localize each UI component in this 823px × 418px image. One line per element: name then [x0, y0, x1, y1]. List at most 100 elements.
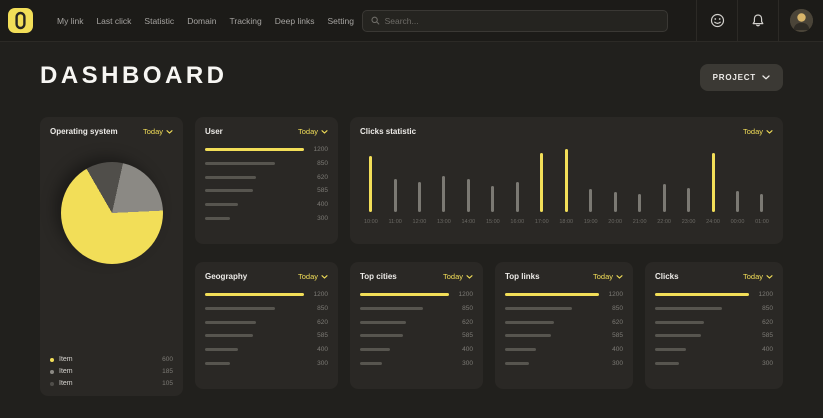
notifications-button[interactable] — [738, 0, 778, 42]
emoji-icon — [710, 13, 725, 28]
nav-item-my-link[interactable]: My link — [57, 16, 83, 26]
legend-label: Item — [59, 380, 162, 387]
bar-column: 19:00 — [584, 146, 598, 225]
bar-row: 620 — [360, 319, 473, 326]
bar-row: 300 — [655, 360, 773, 367]
bar — [205, 293, 304, 297]
bar — [516, 182, 519, 212]
time-label: 21:00 — [633, 219, 647, 225]
legend-item: Item600 — [50, 356, 173, 363]
time-label: 00:00 — [731, 219, 745, 225]
search-input[interactable] — [385, 16, 659, 26]
project-dropdown-label: PROJECT — [713, 73, 756, 82]
nav-item-last-click[interactable]: Last click — [96, 16, 131, 26]
bar — [638, 194, 641, 212]
emoji-button[interactable] — [697, 0, 737, 42]
user-menu[interactable] — [779, 0, 823, 42]
bar-value: 585 — [304, 187, 328, 194]
card-clicks: Clicks Today 1200850620585400300 — [645, 262, 783, 389]
bar-value: 585 — [599, 332, 623, 339]
bar-track — [565, 146, 568, 212]
bar-track — [205, 293, 304, 297]
legend-dot — [50, 370, 54, 374]
bar-track — [655, 293, 749, 297]
main-nav: My link Last click Statistic Domain Trac… — [57, 16, 354, 26]
chevron-down-icon — [762, 75, 770, 80]
bar — [655, 334, 701, 337]
card-header: User Today — [205, 127, 328, 136]
period-dropdown-clicks-statistic[interactable]: Today — [743, 127, 773, 136]
bar-value: 1200 — [599, 291, 623, 298]
bar-row: 620 — [505, 319, 623, 326]
bar-track — [505, 348, 599, 351]
clicks-statistic-bar-chart: 10:0011:0012:0013:0014:0015:0016:0017:00… — [360, 146, 773, 225]
bar — [369, 156, 372, 212]
bar-value: 850 — [304, 160, 328, 167]
card-title: Clicks statistic — [360, 127, 416, 136]
bar-column: 24:00 — [706, 146, 720, 225]
bar — [205, 203, 238, 206]
card-user: User Today 1200850620585400300 — [195, 117, 338, 244]
bar-value: 850 — [749, 305, 773, 312]
bar-value: 585 — [749, 332, 773, 339]
bar — [614, 192, 617, 212]
bar-track — [205, 162, 304, 165]
time-label: 16:00 — [510, 219, 524, 225]
bar-track — [505, 362, 599, 365]
bar — [655, 321, 704, 324]
bar-column: 23:00 — [682, 146, 696, 225]
period-dropdown-geography[interactable]: Today — [298, 272, 328, 281]
card-title: Top cities — [360, 272, 397, 281]
bar — [655, 362, 679, 365]
bar-row: 850 — [205, 160, 328, 167]
period-dropdown-top-cities[interactable]: Today — [443, 272, 473, 281]
bar — [205, 348, 238, 351]
bar — [360, 334, 403, 337]
nav-item-setting[interactable]: Setting — [327, 16, 353, 26]
bar-value: 400 — [599, 346, 623, 353]
bar — [491, 186, 494, 212]
bar-row: 620 — [205, 174, 328, 181]
period-dropdown-clicks[interactable]: Today — [743, 272, 773, 281]
bar — [589, 189, 592, 212]
bar-track — [687, 146, 690, 212]
page-title: DASHBOARD — [40, 62, 228, 90]
period-dropdown-operating-system[interactable]: Today — [143, 127, 173, 136]
bar-row: 1200 — [655, 291, 773, 298]
card-top-cities: Top cities Today 1200850620585400300 — [350, 262, 483, 389]
bar-row: 585 — [505, 332, 623, 339]
clicks-bar-chart: 1200850620585400300 — [655, 291, 773, 367]
card-header: Geography Today — [205, 272, 328, 281]
bar — [360, 348, 390, 351]
bar-track — [614, 146, 617, 212]
bar — [360, 321, 406, 324]
search-box[interactable] — [362, 10, 668, 32]
project-dropdown[interactable]: PROJECT — [700, 64, 783, 91]
bar-row: 400 — [205, 346, 328, 353]
card-clicks-statistic: Clicks statistic Today 10:0011:0012:0013… — [350, 117, 783, 244]
geography-bar-chart: 1200850620585400300 — [205, 291, 328, 367]
legend-label: Item — [59, 356, 162, 363]
bar-track — [663, 146, 666, 212]
bar — [687, 188, 690, 212]
app-logo[interactable] — [8, 8, 33, 33]
bar-value: 1200 — [449, 291, 473, 298]
nav-item-deep-links[interactable]: Deep links — [275, 16, 315, 26]
card-title: Clicks — [655, 272, 679, 281]
period-dropdown-top-links[interactable]: Today — [593, 272, 623, 281]
period-dropdown-user[interactable]: Today — [298, 127, 328, 136]
card-header: Operating system Today — [50, 127, 173, 136]
top-cities-bar-chart: 1200850620585400300 — [360, 291, 473, 367]
legend-value: 185 — [162, 368, 173, 375]
bar-track — [205, 362, 304, 365]
bar-track — [360, 293, 449, 297]
bar-track — [516, 146, 519, 212]
pie-legend: Item600Item185Item105 — [50, 351, 173, 387]
bar-track — [360, 348, 449, 351]
nav-item-statistic[interactable]: Statistic — [144, 16, 174, 26]
time-label: 14:00 — [461, 219, 475, 225]
nav-item-domain[interactable]: Domain — [187, 16, 216, 26]
nav-item-tracking[interactable]: Tracking — [229, 16, 261, 26]
bar-column: 00:00 — [731, 146, 745, 225]
bar-track — [205, 307, 304, 310]
